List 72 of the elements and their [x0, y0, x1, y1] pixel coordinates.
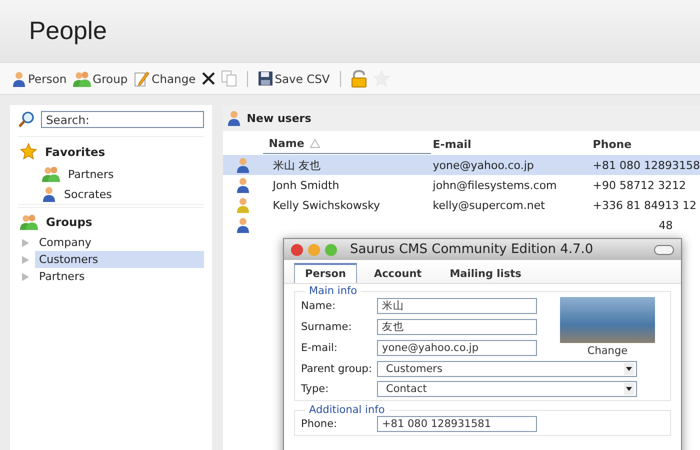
table-row[interactable]: 米山 友也 yone@yahoo.co.jp +81 080 12893158: [222, 155, 700, 175]
table-cell-text: yone@yahoo.co.jp: [432, 158, 535, 172]
field-label: Parent group:: [301, 363, 373, 375]
change-photo-link[interactable]: Change: [587, 345, 628, 357]
field-label: Surname:: [301, 320, 353, 333]
toolbar-button[interactable]: Group: [72, 70, 128, 86]
page-title: People: [29, 16, 107, 46]
window-title: Saurus CMS Community Edition 4.7.0: [349, 242, 594, 257]
toolbar-button[interactable]: Change: [134, 70, 196, 87]
table-cell-text: Jonh Smidth: [271, 178, 340, 192]
toolbar-toggle-icon[interactable]: [654, 244, 674, 254]
table-row[interactable]: Jonh Smidth john@filesystems.com +90 58712 3212: [222, 175, 700, 195]
input-field[interactable]: +81 080 128931581: [377, 416, 537, 432]
field-label: Phone:: [301, 418, 338, 430]
search-field[interactable]: Search:: [41, 111, 204, 128]
table-cell-text: 米山 友也: [272, 158, 322, 172]
field-label: Name:: [301, 300, 337, 312]
tab[interactable]: Person: [294, 263, 357, 283]
search-icon: [18, 111, 35, 128]
field-label: E-mail:: [301, 342, 338, 354]
dropdown[interactable]: Customers: [377, 361, 637, 377]
table-cell-text: +90 58712 3212: [592, 178, 687, 192]
column-header[interactable]: E-mail: [430, 138, 591, 150]
group-icon: [42, 166, 60, 182]
table-row[interactable]: 48: [222, 215, 700, 235]
input-field[interactable]: 友也: [377, 318, 537, 335]
tab[interactable]: Mailing lists: [438, 263, 532, 283]
person-icon: [226, 110, 241, 126]
section-title: Groups: [46, 215, 92, 229]
padlock-icon: [350, 70, 367, 88]
minimize-icon[interactable]: [308, 244, 320, 256]
input-field[interactable]: yone@yahoo.co.jp: [377, 340, 537, 356]
list-title: New users: [246, 112, 312, 124]
pencil-icon: [134, 70, 150, 87]
zoom-icon[interactable]: [325, 244, 337, 256]
fieldset-legend: Main info: [305, 285, 362, 297]
table-row[interactable]: Kelly Swichskowsky kelly@supercom.net +336 81 84913 12: [222, 195, 700, 215]
copy-icon: [220, 70, 237, 87]
save-icon: [258, 71, 273, 86]
table-cell-text: kelly@supercom.net: [432, 198, 546, 212]
table-cell-text: +336 81 84913 12: [592, 198, 698, 212]
tree-item[interactable]: Partners: [35, 268, 204, 285]
toolbar-button[interactable]: Save CSV: [258, 71, 330, 86]
toolbar-button[interactable]: Person: [12, 70, 67, 86]
table-cell-text: 48: [658, 218, 674, 232]
sort-icon: [310, 139, 320, 148]
star-icon: [20, 143, 37, 160]
table-cell-text: john@filesystems.com: [432, 178, 558, 192]
tree-item[interactable]: Company: [35, 234, 204, 251]
tab[interactable]: Account: [362, 263, 433, 283]
tree-item[interactable]: Customers: [35, 251, 204, 268]
close-icon[interactable]: [291, 244, 303, 256]
toolbar-button[interactable]: [202, 72, 215, 85]
group-icon: [72, 70, 91, 86]
expand-icon[interactable]: [22, 238, 29, 246]
favorite-item[interactable]: Socrates: [64, 188, 112, 200]
section-title: Favorites: [45, 144, 106, 158]
dropdown[interactable]: Contact: [377, 381, 637, 397]
close-icon: [202, 72, 215, 85]
column-header[interactable]: Name: [262, 134, 431, 154]
table-cell-text: +81 080 12893158: [592, 158, 700, 172]
favorite-item[interactable]: Partners: [68, 168, 114, 180]
expand-icon[interactable]: [22, 256, 29, 264]
group-icon: [20, 214, 38, 230]
fieldset-legend: Additional info: [305, 404, 389, 416]
person-icon: [12, 70, 26, 86]
person-icon: [42, 186, 56, 202]
expand-icon[interactable]: [22, 272, 29, 280]
field-label: Type:: [301, 383, 330, 395]
input-field[interactable]: 米山: [377, 298, 537, 314]
table-cell-text: Kelly Swichskowsky: [272, 198, 382, 212]
column-header[interactable]: Phone: [590, 138, 700, 150]
